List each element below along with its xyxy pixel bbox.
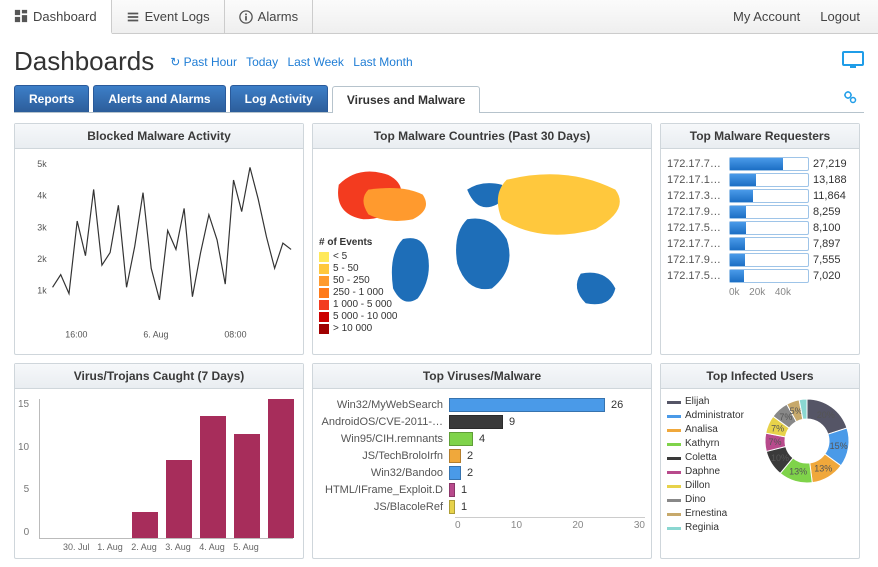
top-nav: Dashboard Event Logs Alarms My Account L…: [0, 0, 878, 34]
requester-row[interactable]: 172.17.5… 7,020: [667, 269, 853, 283]
panel-infected-users: Top Infected Users ElijahAdministratorAn…: [660, 363, 860, 559]
map-africa: [456, 218, 509, 289]
nav-alarms-label: Alarms: [258, 9, 298, 24]
legend-item: Analisa: [667, 423, 755, 437]
time-last-month[interactable]: Last Month: [353, 55, 412, 69]
virus-row[interactable]: HTML/IFrame_Exploit.D 1: [319, 483, 645, 497]
settings-icon[interactable]: [836, 85, 864, 112]
svg-text:2k: 2k: [37, 254, 47, 264]
panel-top-viruses: Top Viruses/Malware Win32/MyWebSearch 26…: [312, 363, 652, 559]
my-account-link[interactable]: My Account: [733, 9, 800, 24]
map-legend: # of Events < 55 - 5050 - 250250 - 1 000…: [319, 237, 398, 335]
page-title: Dashboards: [14, 46, 154, 77]
svg-text:5k: 5k: [37, 159, 47, 169]
panel-topvm-title: Top Viruses/Malware: [313, 364, 651, 389]
time-today[interactable]: Today: [246, 55, 278, 69]
requester-row[interactable]: 172.17.9… 8,259: [667, 205, 853, 219]
panel-blocked-malware: Blocked Malware Activity 1k 2k 3k 4k 5k 16:0…: [14, 123, 304, 355]
requester-row[interactable]: 172.17.9… 7,555: [667, 253, 853, 267]
legend-item: Ernestina: [667, 507, 755, 521]
svg-text:4k: 4k: [37, 191, 47, 201]
svg-text:16:00: 16:00: [65, 330, 87, 340]
requester-row[interactable]: 172.17.7… 27,219: [667, 157, 853, 171]
svg-text:20%: 20%: [817, 410, 835, 420]
virus-row[interactable]: Win95/CIH.remnants 4: [319, 432, 645, 446]
nav-event-logs-label: Event Logs: [145, 9, 210, 24]
time-last-week[interactable]: Last Week: [287, 55, 343, 69]
dashboard-icon: [14, 9, 28, 23]
nav-dashboard[interactable]: Dashboard: [0, 0, 112, 34]
dashboard-tabs: Reports Alerts and Alarms Log Activity V…: [14, 85, 864, 113]
virus-row[interactable]: JS/BlacoleRef 1: [319, 500, 645, 514]
blocked-malware-chart[interactable]: 1k 2k 3k 4k 5k 16:00 6. Aug 08:00: [21, 155, 297, 345]
panel-infected-title: Top Infected Users: [661, 364, 859, 389]
legend-item: Kathyrn: [667, 437, 755, 451]
svg-text:7%: 7%: [771, 423, 784, 433]
requester-row[interactable]: 172.17.7… 7,897: [667, 237, 853, 251]
requester-row[interactable]: 172.17.1… 13,188: [667, 173, 853, 187]
tab-alerts-alarms[interactable]: Alerts and Alarms: [93, 85, 225, 112]
requesters-axis: 0k 20k 40k: [667, 285, 853, 298]
list-icon: [126, 10, 140, 24]
virus-row[interactable]: Win32/MyWebSearch 26: [319, 398, 645, 412]
info-icon: [239, 10, 253, 24]
panel-blocked-title: Blocked Malware Activity: [15, 124, 303, 149]
legend-item: Administrator: [667, 409, 755, 423]
legend-item: Daphne: [667, 465, 755, 479]
topvm-axis: 0 10 20 30: [455, 517, 645, 531]
virus-row[interactable]: Win32/Bandoo 2: [319, 466, 645, 480]
legend-item: Elijah: [667, 395, 755, 409]
requester-row[interactable]: 172.17.3… 11,864: [667, 189, 853, 203]
panel-vtc-title: Virus/Trojans Caught (7 Days): [15, 364, 303, 389]
monitor-icon[interactable]: [842, 51, 864, 72]
top-viruses-chart[interactable]: Win32/MyWebSearch 26 AndroidOS/CVE-2011-…: [319, 398, 645, 514]
virus-row[interactable]: JS/TechBroloIrfn 2: [319, 449, 645, 463]
requester-row[interactable]: 172.17.5… 8,100: [667, 221, 853, 235]
svg-text:13%: 13%: [789, 467, 807, 477]
virus-trojans-chart[interactable]: 151050: [39, 399, 293, 539]
map-north-america-2: [363, 188, 426, 221]
nav-event-logs[interactable]: Event Logs: [112, 0, 225, 33]
panel-requesters-title: Top Malware Requesters: [661, 124, 859, 149]
legend-item: Coletta: [667, 451, 755, 465]
svg-text:7%: 7%: [769, 437, 782, 447]
legend-item: Dillon: [667, 479, 755, 493]
legend-item: Reginia: [667, 521, 755, 535]
panel-countries-title: Top Malware Countries (Past 30 Days): [313, 124, 651, 149]
requesters-chart[interactable]: 172.17.7… 27,219 172.17.1… 13,188 172.17…: [667, 157, 853, 283]
legend-item: Dino: [667, 493, 755, 507]
time-range-links: Past Hour Today Last Week Last Month: [170, 55, 418, 69]
tab-log-activity[interactable]: Log Activity: [230, 85, 328, 112]
infected-donut[interactable]: 20%15%13%13%10%7%7%7%5%: [761, 395, 853, 487]
nav-dashboard-label: Dashboard: [33, 9, 97, 24]
map-asia: [498, 174, 620, 235]
map-australia: [577, 273, 616, 305]
map-legend-title: # of Events: [319, 237, 398, 249]
svg-text:6. Aug: 6. Aug: [143, 330, 168, 340]
svg-text:1k: 1k: [37, 285, 47, 295]
svg-text:13%: 13%: [814, 464, 832, 474]
virus-row[interactable]: AndroidOS/CVE-2011-… 9: [319, 415, 645, 429]
infected-legend: ElijahAdministratorAnalisaKathyrnColetta…: [667, 395, 755, 535]
panel-virus-trojans: Virus/Trojans Caught (7 Days) 151050 30.…: [14, 363, 304, 559]
nav-alarms[interactable]: Alarms: [225, 0, 313, 33]
panel-top-countries: Top Malware Countries (Past 30 Days) # o…: [312, 123, 652, 355]
svg-text:15%: 15%: [830, 441, 848, 451]
svg-text:08:00: 08:00: [224, 330, 246, 340]
tab-reports[interactable]: Reports: [14, 85, 89, 112]
panel-top-requesters: Top Malware Requesters 172.17.7… 27,219 …: [660, 123, 860, 355]
svg-text:10%: 10%: [771, 453, 789, 463]
logout-link[interactable]: Logout: [820, 9, 860, 24]
svg-text:3k: 3k: [37, 222, 47, 232]
time-past-hour[interactable]: Past Hour: [170, 55, 237, 69]
vtc-x-axis: 30. Jul1. Aug2. Aug3. Aug4. Aug5. Aug: [21, 542, 297, 552]
tab-viruses-malware[interactable]: Viruses and Malware: [332, 86, 481, 113]
